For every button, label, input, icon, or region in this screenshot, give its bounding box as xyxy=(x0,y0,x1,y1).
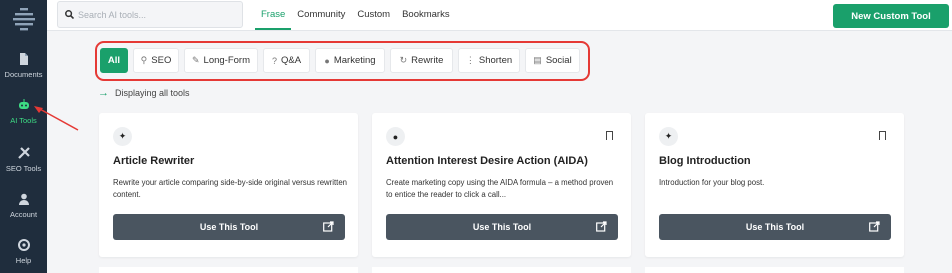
tool-card-title: Blog Introduction xyxy=(659,155,751,167)
bulb-icon: ● xyxy=(324,55,330,66)
use-tool-label: Use This Tool xyxy=(745,222,805,232)
filter-label: Social xyxy=(545,55,572,66)
sidebar-item-label: Help xyxy=(15,256,32,265)
filter-rewrite[interactable]: ↻ Rewrite xyxy=(390,48,453,73)
sidebar-item-label: Documents xyxy=(4,70,43,79)
top-bar: Frase Community Custom Bookmarks New Cus… xyxy=(47,0,952,31)
filter-social[interactable]: ▤ Social xyxy=(525,48,580,73)
filter-shorten[interactable]: ⋮ Shorten xyxy=(458,48,520,73)
filter-long-form[interactable]: ✎ Long-Form xyxy=(184,48,258,73)
compress-icon: ⋮ xyxy=(465,55,475,65)
magic-wand-icon: ✦ xyxy=(113,127,132,146)
tab-custom[interactable]: Custom xyxy=(351,0,396,30)
filter-all[interactable]: All xyxy=(100,48,128,73)
tool-card-title: Attention Interest Desire Action (AIDA) xyxy=(386,155,588,167)
filter-label: Rewrite xyxy=(411,55,444,66)
use-tool-button[interactable]: Use This Tool xyxy=(659,214,891,240)
external-link-icon xyxy=(869,221,880,232)
use-tool-label: Use This Tool xyxy=(199,222,259,232)
tool-card-description: Rewrite your article comparing side-by-s… xyxy=(113,178,347,199)
filter-label: Shorten xyxy=(478,55,513,66)
tool-card-blog-introduction[interactable]: ✦ Blog Introduction Introduction for you… xyxy=(645,113,904,257)
filter-qa[interactable]: ? Q&A xyxy=(263,48,310,73)
filter-label: All xyxy=(107,55,121,66)
filter-seo[interactable]: ⚲ SEO xyxy=(133,48,179,73)
filter-label: Long-Form xyxy=(203,55,250,66)
filter-label: Marketing xyxy=(333,55,376,66)
sidebar-item-label: SEO Tools xyxy=(5,164,42,173)
search-box xyxy=(57,1,243,28)
user-icon xyxy=(18,193,29,205)
category-filter-bar: All ⚲ SEO ✎ Long-Form ? Q&A ● Marketing … xyxy=(95,41,590,81)
search-icon xyxy=(65,10,74,19)
filter-label: Q&A xyxy=(280,55,302,66)
sidebar: Documents AI Tools SEO Tools Account Hel… xyxy=(0,0,47,273)
tab-frase[interactable]: Frase xyxy=(255,0,292,30)
bookmark-icon[interactable] xyxy=(879,131,886,143)
help-icon xyxy=(17,239,30,251)
sidebar-item-seo-tools[interactable]: SEO Tools xyxy=(0,146,47,173)
use-tool-button[interactable]: Use This Tool xyxy=(386,214,618,240)
tab-community[interactable]: Community xyxy=(291,0,351,30)
magic-wand-icon: ✦ xyxy=(659,127,678,146)
document-icon xyxy=(19,53,28,65)
arrow-right-icon: → xyxy=(98,87,109,99)
search-icon: ⚲ xyxy=(140,55,148,65)
sidebar-item-account[interactable]: Account xyxy=(0,192,47,219)
annotation-arrow-icon xyxy=(34,106,79,131)
tab-bookmarks[interactable]: Bookmarks xyxy=(396,0,456,30)
tool-card-description: Introduction for your blog post. xyxy=(659,178,765,187)
external-link-icon xyxy=(596,221,607,232)
tool-card-peek xyxy=(99,267,358,273)
tools-icon xyxy=(17,147,30,159)
sidebar-item-documents[interactable]: Documents xyxy=(0,52,47,79)
bulb-icon: ● xyxy=(386,127,405,146)
tool-card-peek xyxy=(645,267,904,273)
filter-label: SEO xyxy=(151,55,172,66)
use-tool-button[interactable]: Use This Tool xyxy=(113,214,345,240)
sidebar-item-label: Account xyxy=(9,210,38,219)
external-link-icon xyxy=(323,221,334,232)
tab-bar: Frase Community Custom Bookmarks xyxy=(255,0,456,30)
search-input[interactable] xyxy=(78,2,238,27)
filter-marketing[interactable]: ● Marketing xyxy=(315,48,385,73)
tool-card-aida[interactable]: ● Attention Interest Desire Action (AIDA… xyxy=(372,113,631,257)
filter-status-text: Displaying all tools xyxy=(115,88,190,98)
filter-status: → Displaying all tools xyxy=(98,87,190,99)
tool-card-description: Create marketing copy using the AIDA for… xyxy=(386,178,614,199)
tool-card-peek xyxy=(372,267,631,273)
refresh-icon: ↻ xyxy=(399,55,408,65)
share-icon: ▤ xyxy=(533,55,542,65)
new-custom-tool-button[interactable]: New Custom Tool xyxy=(833,4,949,28)
pencil-icon: ✎ xyxy=(191,55,200,65)
sidebar-item-help[interactable]: Help xyxy=(0,238,47,265)
app-logo-icon[interactable] xyxy=(11,6,37,36)
bookmark-icon[interactable] xyxy=(606,131,613,143)
use-tool-label: Use This Tool xyxy=(472,222,532,232)
question-icon: ? xyxy=(271,55,277,66)
tool-card-article-rewriter[interactable]: ✦ Article Rewriter Rewrite your article … xyxy=(99,113,358,257)
tool-card-title: Article Rewriter xyxy=(113,155,195,167)
